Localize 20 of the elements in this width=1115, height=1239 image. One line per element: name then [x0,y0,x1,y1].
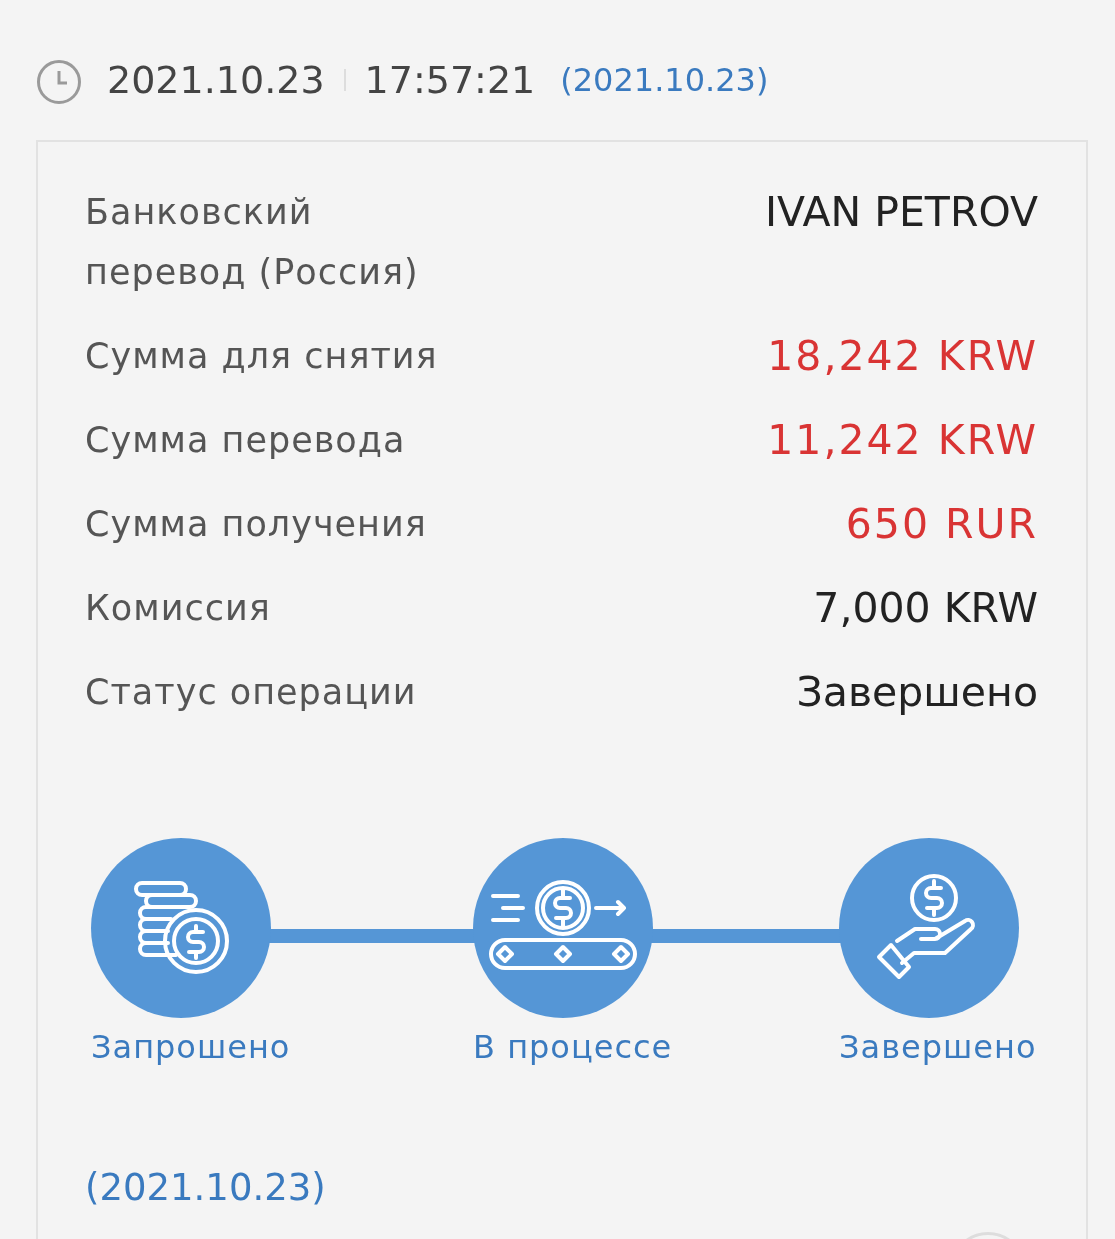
field-label: Сумма получения [85,503,428,546]
date-text: 2021.10.23 [107,58,325,102]
field-label: Сумма для снятия [85,335,439,378]
field-value: 11,242 KRW [767,415,1038,466]
clock-icon [36,59,82,105]
field-value: IVAN PETROV [764,187,1038,238]
field-value: 650 RUR [845,499,1038,550]
field-value: 18,242 KRW [767,331,1038,382]
step-label: Завершено [839,1028,1037,1066]
field-value: Завершено [796,667,1038,718]
field-label: Сумма перевода [85,419,407,462]
field-value: 7,000 KRW [813,583,1038,634]
field-label: Банковский перевод (Россия) [85,191,420,294]
time-text: 17:57:21 [364,58,536,102]
date-note: (2021.10.23) [85,1166,327,1209]
date-note: (2021.10.23) [560,61,769,99]
step-label: Запрошено [91,1028,291,1066]
field-label: Статус операции [85,671,418,714]
step-label: В процессе [473,1028,673,1066]
field-label: Комиссия [85,587,272,630]
